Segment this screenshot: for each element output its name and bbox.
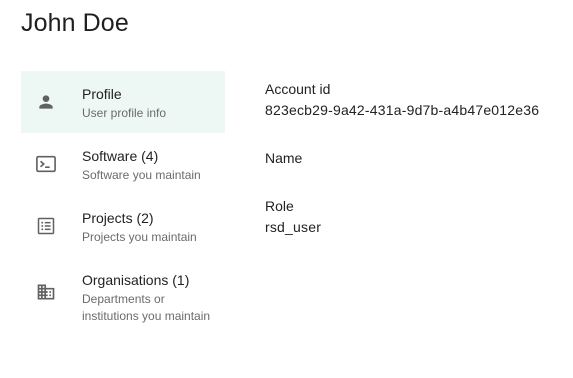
sidebar-item-label: Software (4) <box>82 148 159 164</box>
sidebar-item-software[interactable]: Software (4) Software you maintain <box>21 133 225 195</box>
sidebar-item-organisations[interactable]: Organisations (1) Departments or institu… <box>21 257 225 347</box>
role-field: Role rsd_user <box>265 197 565 236</box>
sidebar-item-profile[interactable]: Profile User profile info <box>21 71 225 133</box>
sidebar-item-subtitle: Projects you maintain <box>82 230 197 244</box>
name-field: Name <box>265 149 565 170</box>
sidebar-item-label: Organisations (1) <box>82 272 190 288</box>
terminal-icon <box>35 153 57 175</box>
building-icon <box>35 281 57 303</box>
list-icon <box>35 215 57 237</box>
name-label: Name <box>265 150 303 166</box>
sidebar-item-subtitle: User profile info <box>82 106 167 120</box>
role-value: rsd_user <box>265 219 322 235</box>
sidebar-item-subtitle: Software you maintain <box>82 168 201 182</box>
sidebar-item-projects[interactable]: Projects (2) Projects you maintain <box>21 195 225 257</box>
sidebar-item-label: Profile <box>82 86 122 102</box>
profile-page: John Doe Profile User profile info Softw… <box>0 0 573 378</box>
sidebar-item-label: Projects (2) <box>82 210 154 226</box>
account-id-value: 823ecb29-9a42-431a-9d7b-a4b47e012e36 <box>265 102 540 118</box>
sidebar-nav: Profile User profile info Software (4) S… <box>21 71 225 347</box>
account-id-field: Account id 823ecb29-9a42-431a-9d7b-a4b47… <box>265 80 565 119</box>
role-label: Role <box>265 198 294 214</box>
account-id-label: Account id <box>265 81 331 97</box>
person-icon <box>35 91 57 113</box>
page-title: John Doe <box>21 9 129 37</box>
sidebar-item-subtitle: Departments or institutions you maintain <box>82 292 211 323</box>
